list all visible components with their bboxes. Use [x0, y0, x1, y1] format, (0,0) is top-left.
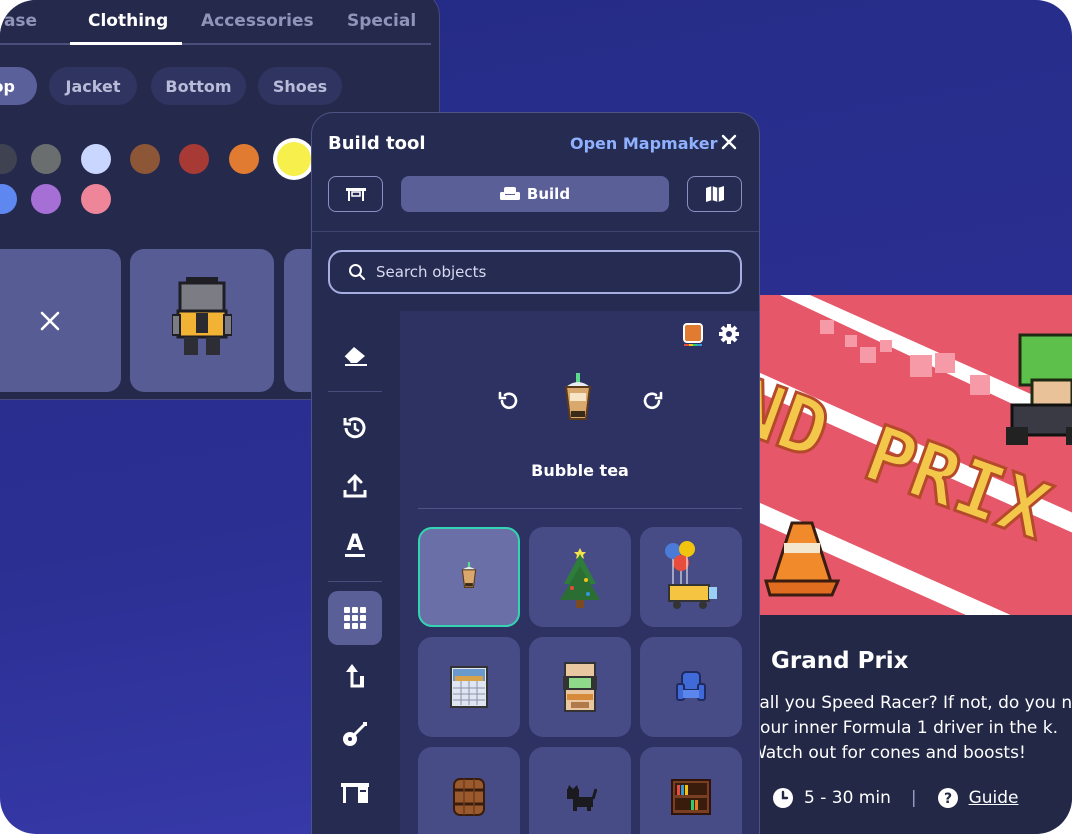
- close-icon: [40, 311, 60, 331]
- color-swatch[interactable]: [81, 144, 111, 174]
- christmas-tree-icon: [560, 548, 600, 608]
- tab-divider: [0, 43, 431, 45]
- mode-map-button[interactable]: [687, 176, 742, 212]
- game-card-artwork: ND PRIX: [720, 295, 1072, 615]
- eraser-icon: [343, 347, 367, 366]
- game-meta: 5 - 30 min | ? Guide: [772, 787, 1019, 809]
- color-swatch[interactable]: [179, 144, 209, 174]
- text-button[interactable]: A: [328, 517, 382, 571]
- history-button[interactable]: [328, 401, 382, 455]
- barrel-icon: [453, 778, 485, 816]
- subtab-shoes[interactable]: Shoes: [258, 67, 342, 105]
- color-swatch[interactable]: [229, 144, 259, 174]
- build-body: A Bubble tea: [312, 311, 759, 834]
- color-swatch-selected[interactable]: [277, 142, 311, 176]
- upload-icon: [343, 473, 367, 498]
- object-black-cat[interactable]: [529, 747, 631, 834]
- open-mapmaker-link[interactable]: Open Mapmaker: [570, 134, 717, 153]
- svg-text:A: A: [346, 531, 363, 556]
- tab-base[interactable]: Base: [0, 11, 37, 31]
- active-tab-indicator: [70, 42, 182, 45]
- all-objects-button[interactable]: [328, 591, 382, 645]
- tool-rail: A: [312, 311, 400, 834]
- help-circle-icon: ?: [937, 788, 958, 808]
- selected-object-name: Bubble tea: [531, 461, 629, 480]
- text-icon: A: [345, 531, 365, 557]
- eraser-button[interactable]: [328, 327, 382, 381]
- tab-clothing[interactable]: Clothing: [88, 11, 168, 31]
- screen: Base Clothing Accessories Special Top Ja…: [0, 0, 1072, 834]
- color-swatch[interactable]: [31, 184, 61, 214]
- panel-title: Build tool: [328, 133, 426, 154]
- svg-text:?: ?: [944, 791, 952, 807]
- clothing-option-outfit[interactable]: [130, 249, 274, 392]
- object-christmas-tree[interactable]: [529, 527, 631, 627]
- music-category-button[interactable]: [328, 707, 382, 761]
- subtab-bottom[interactable]: Bottom: [151, 67, 246, 105]
- object-bookshelf[interactable]: [640, 747, 742, 834]
- color-swatch[interactable]: [31, 144, 61, 174]
- color-swatch[interactable]: [0, 144, 17, 174]
- color-swatch[interactable]: [0, 184, 17, 214]
- race-track-art: ND PRIX: [720, 295, 1072, 615]
- tab-accessories[interactable]: Accessories: [201, 11, 314, 31]
- game-duration: 5 - 30 min: [804, 788, 891, 808]
- guitar-icon: [343, 722, 367, 746]
- furniture-category-button[interactable]: [328, 765, 382, 819]
- search-icon: [349, 264, 365, 280]
- tab-special[interactable]: Special: [347, 11, 416, 31]
- game-title: Grand Prix: [771, 648, 909, 674]
- build-tool-panel: Build tool Open Mapmaker Build Search ob…: [311, 112, 760, 834]
- desk-icon: [345, 188, 366, 201]
- history-icon: [343, 417, 366, 439]
- bookshelf-icon: [671, 779, 711, 815]
- object-barrel[interactable]: [418, 747, 520, 834]
- build-label: Build: [526, 185, 571, 203]
- object-calendar[interactable]: [418, 637, 520, 737]
- game-description: call you Speed Racer? If not, do you nd …: [750, 693, 1072, 763]
- avatar-sprite-icon: [172, 277, 232, 355]
- header-divider: [312, 231, 759, 232]
- preview-divider: [418, 508, 742, 509]
- black-cat-icon: [567, 785, 597, 811]
- close-icon[interactable]: [718, 131, 740, 153]
- rail-divider: [328, 581, 382, 582]
- clock-icon: [773, 788, 793, 808]
- object-balloon-cart[interactable]: [640, 527, 742, 627]
- game-card-grand-prix[interactable]: ND PRIX Grand Prix call you Speed Racer?…: [720, 295, 1072, 834]
- clothing-option-none[interactable]: [0, 249, 121, 392]
- search-box[interactable]: [328, 250, 742, 294]
- rail-divider: [328, 391, 382, 392]
- arcade-machine-icon: [563, 662, 597, 712]
- upload-button[interactable]: [328, 459, 382, 513]
- balloon-cart-icon: [665, 541, 717, 609]
- color-swatch[interactable]: [130, 144, 160, 174]
- calendar-icon: [450, 666, 488, 708]
- lamp-icon: [346, 664, 364, 688]
- subtab-top[interactable]: Top: [0, 67, 37, 105]
- lamp-category-button[interactable]: [328, 649, 382, 703]
- mode-build-button[interactable]: Build: [401, 176, 669, 212]
- desk-icon: [341, 783, 369, 803]
- sofa-icon: [499, 187, 520, 200]
- guide-link[interactable]: Guide: [969, 788, 1019, 808]
- rotate-right-icon[interactable]: [642, 390, 664, 412]
- grid-icon: [344, 607, 366, 629]
- mode-desk-button[interactable]: [328, 176, 383, 212]
- object-bubble-tea[interactable]: [418, 527, 520, 627]
- object-arcade-machine[interactable]: [529, 637, 631, 737]
- object-armchair[interactable]: [640, 637, 742, 737]
- color-swatch[interactable]: [81, 184, 111, 214]
- rotate-left-icon[interactable]: [497, 390, 519, 412]
- gear-icon[interactable]: [718, 323, 740, 345]
- bubble-tea-icon: [461, 562, 477, 589]
- meta-separator: |: [910, 788, 917, 808]
- color-picker-icon[interactable]: [682, 323, 704, 347]
- armchair-icon: [676, 671, 706, 701]
- map-icon: [705, 186, 724, 202]
- bubble-tea-preview: [564, 373, 592, 420]
- search-input[interactable]: [376, 263, 716, 281]
- subtab-jacket[interactable]: Jacket: [49, 67, 137, 105]
